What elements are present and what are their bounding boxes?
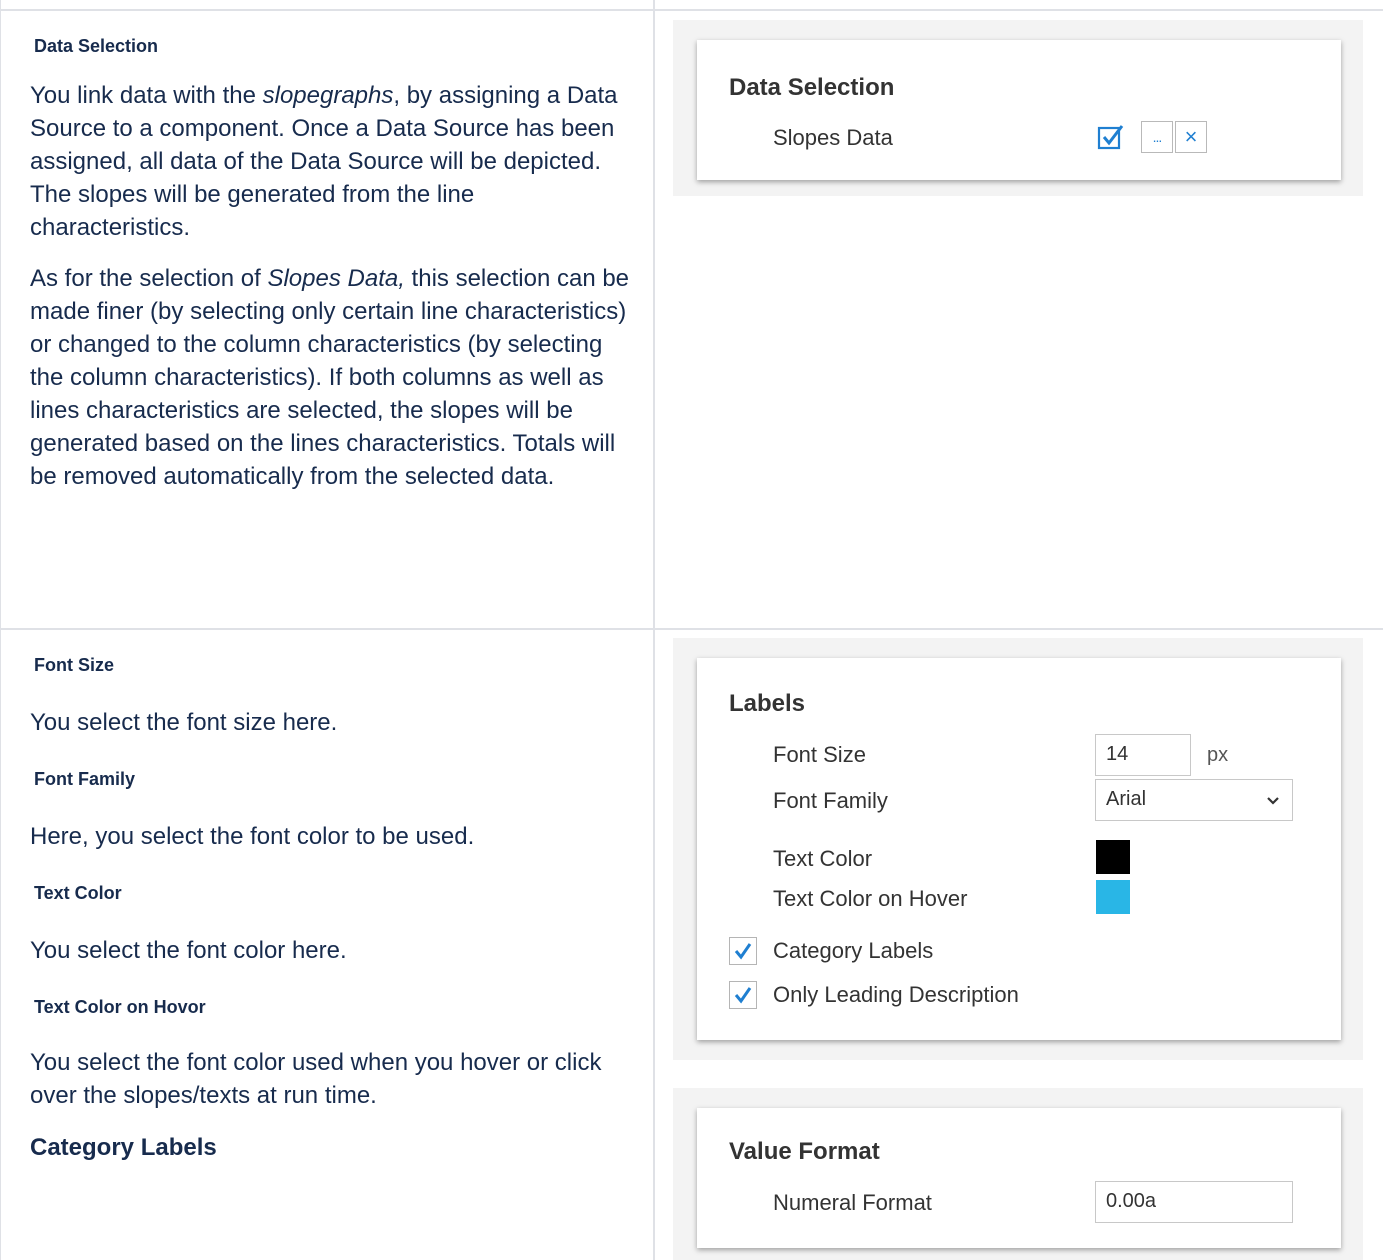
- numeral-format-label: Numeral Format: [773, 1190, 932, 1215]
- panel-title: Value Format: [729, 1138, 880, 1165]
- only-leading-label: Only Leading Description: [773, 982, 1019, 1007]
- panel-title: Labels: [729, 690, 806, 717]
- data-selection-heading: Data Selection: [34, 36, 159, 56]
- text-color-label: Text Color: [773, 846, 873, 871]
- labels-panel: Labels Font Size 14 px Font Family Arial…: [697, 658, 1341, 1040]
- font-size-input[interactable]: 14: [1095, 734, 1191, 776]
- text-color-swatch[interactable]: [1096, 840, 1130, 874]
- slopes-data-emphasis: Slopes Data,: [267, 265, 405, 292]
- slopegraphs-emphasis: slopegraphs: [262, 82, 394, 109]
- category-labels-checkbox[interactable]: [729, 937, 757, 965]
- font-family-select[interactable]: Arial: [1095, 779, 1293, 821]
- data-selection-panel: Data Selection Slopes Data ... ×: [697, 40, 1341, 180]
- numeral-format-input[interactable]: 0.00a: [1095, 1181, 1293, 1223]
- category-labels-heading: Category Labels: [30, 1134, 217, 1161]
- data-selection-description: Data Selection You link data with the sl…: [10, 36, 630, 493]
- panel-title: Data Selection: [729, 74, 895, 101]
- slopes-data-label: Slopes Data: [773, 125, 893, 150]
- text-color-heading: Text Color: [34, 883, 122, 903]
- font-family-heading: Font Family: [34, 769, 136, 789]
- text-run: As for the selection of: [30, 265, 268, 292]
- category-labels-label: Category Labels: [773, 938, 934, 963]
- labels-description: Font Size You select the font size here.…: [10, 655, 630, 1162]
- hover-color-label: Text Color on Hover: [773, 886, 968, 911]
- checkmark-icon: [734, 943, 752, 960]
- font-size-heading: Font Size: [34, 655, 114, 675]
- font-size-unit: px: [1207, 744, 1229, 766]
- text-color-text: You select the font color here.: [30, 937, 347, 964]
- checkbox-edit-icon[interactable]: [1095, 120, 1129, 154]
- font-family-value: Arial: [1106, 788, 1147, 810]
- data-selection-paragraph-2: As for the selection of Slopes Data, thi…: [30, 262, 635, 493]
- hover-color-text: You select the font color used when you …: [30, 1049, 602, 1109]
- more-icon[interactable]: ...: [1141, 121, 1173, 153]
- table-row-divider: [0, 628, 1383, 630]
- checkmark-icon: [734, 987, 752, 1004]
- close-glyph: ×: [1184, 124, 1198, 149]
- chevron-down-icon: [1267, 797, 1279, 805]
- table-border-left: [0, 0, 1, 1260]
- table-border-top: [0, 9, 1383, 11]
- value-format-panel: Value Format Numeral Format 0.00a: [697, 1108, 1341, 1248]
- font-size-label: Font Size: [773, 742, 866, 767]
- text-run: this selection can be made finer (by sel…: [30, 265, 630, 490]
- more-glyph: ...: [1152, 129, 1163, 145]
- data-selection-paragraph-1: You link data with the slopegraphs, by a…: [30, 79, 635, 244]
- only-leading-checkbox[interactable]: [729, 981, 757, 1009]
- font-family-label: Font Family: [773, 788, 888, 813]
- font-family-text: Here, you select the font color to be us…: [30, 823, 475, 850]
- font-size-text: You select the font size here.: [30, 709, 338, 736]
- text-run: You link data with the: [30, 82, 263, 109]
- hover-color-swatch[interactable]: [1096, 880, 1130, 914]
- table-column-divider: [653, 0, 655, 1260]
- close-icon[interactable]: ×: [1175, 121, 1207, 153]
- hover-color-heading: Text Color on Hovor: [34, 997, 206, 1017]
